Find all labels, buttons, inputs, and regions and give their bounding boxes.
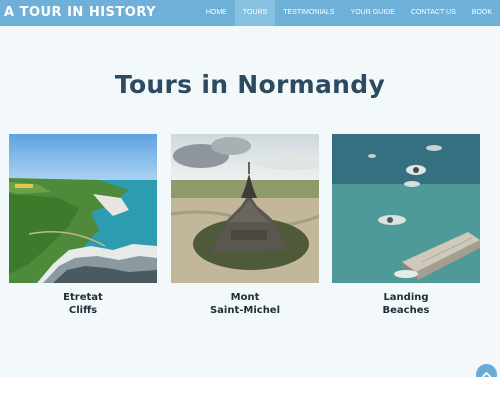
nav-contact-us[interactable]: CONTACT US	[403, 0, 464, 26]
tour-title-etretat: Etretat Cliffs	[9, 291, 157, 317]
tour-title-line: Mont	[230, 292, 260, 303]
nav-book[interactable]: BOOK	[464, 0, 500, 26]
nav-testimonials[interactable]: TESTIMONIALS	[275, 0, 342, 26]
etretat-cliffs-photo[interactable]	[9, 134, 157, 283]
tour-title-line: Cliffs	[68, 305, 98, 316]
tour-cards: Etretat Cliffs Mont Saint-Michel Landing…	[9, 134, 491, 324]
tour-card-landing-beaches[interactable]: Landing Beaches	[332, 134, 480, 317]
section-heading: Tours in Normandy	[114, 70, 386, 99]
tour-title-line: Etretat	[63, 292, 103, 303]
mont-saint-michel-photo[interactable]	[171, 134, 319, 283]
page-footer-gap	[0, 377, 500, 400]
tour-title-mont-saint-michel: Mont Saint-Michel	[171, 291, 319, 317]
tour-title-landing-beaches: Landing Beaches	[332, 291, 480, 317]
tour-card-mont-saint-michel[interactable]: Mont Saint-Michel	[171, 134, 319, 317]
main-menu: HOME TOURS TESTIMONIALS YOUR GUIDE CONTA…	[198, 0, 500, 26]
site-brand[interactable]: A TOUR IN HISTORY	[0, 0, 156, 26]
tour-title-line: Beaches	[382, 305, 430, 316]
tour-title-line: Landing	[383, 292, 429, 303]
nav-home[interactable]: HOME	[198, 0, 235, 26]
tour-card-etretat[interactable]: Etretat Cliffs	[9, 134, 157, 317]
nav-tours[interactable]: TOURS	[234, 0, 276, 26]
nav-your-guide[interactable]: YOUR GUIDE	[343, 0, 403, 26]
landing-beaches-photo[interactable]	[332, 134, 480, 283]
tours-section: Tours in Normandy Etretat Cliffs Mont Sa…	[0, 26, 500, 385]
top-navbar: A TOUR IN HISTORY HOME TOURS TESTIMONIAL…	[0, 0, 500, 26]
tour-title-line: Saint-Michel	[209, 305, 281, 316]
